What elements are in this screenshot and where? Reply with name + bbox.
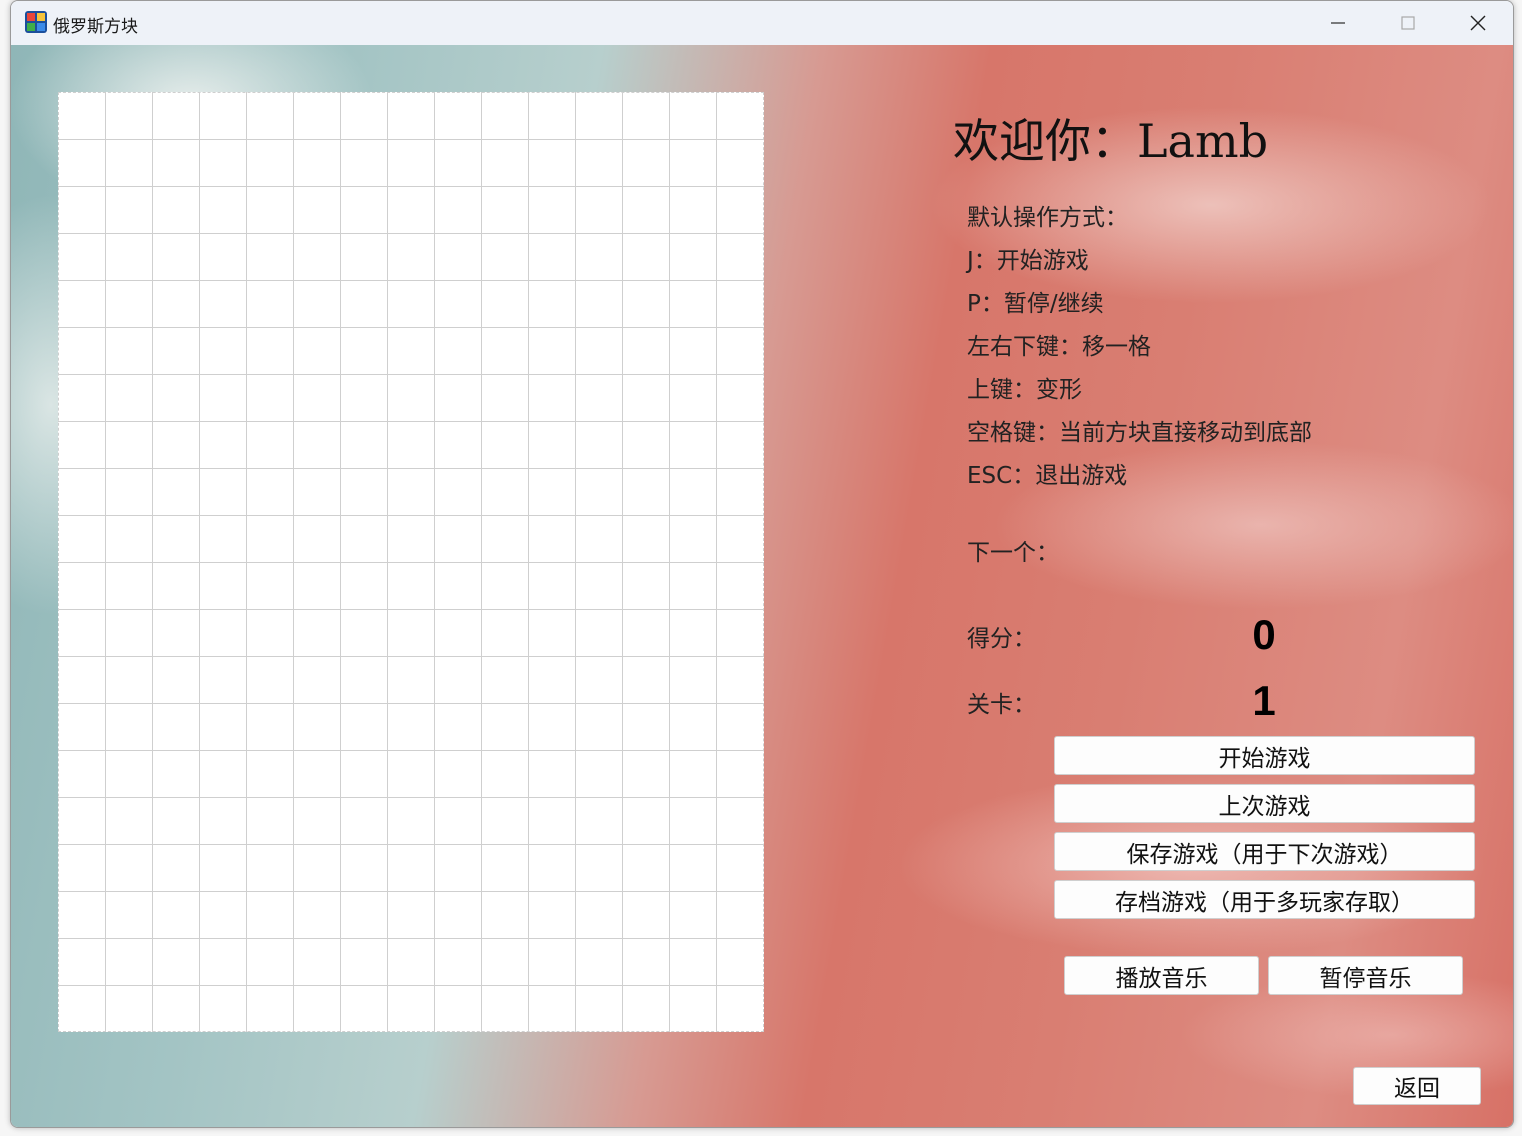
back-button[interactable]: 返回: [1353, 1067, 1481, 1105]
controls-heading: 默认操作方式：: [967, 205, 1128, 231]
welcome-heading: 欢迎你：Lamb: [953, 114, 1269, 168]
control-line: P：暂停/继续: [967, 291, 1104, 317]
game-panel: 欢迎你：Lamb 默认操作方式： J：开始游戏 P：暂停/继续 左右下键：移一格…: [11, 45, 1513, 1127]
control-line: ESC：退出游戏: [967, 463, 1128, 489]
tetris-app-icon: [25, 11, 47, 33]
next-piece-label: 下一个：: [967, 540, 1059, 566]
last-game-button[interactable]: 上次游戏: [1054, 784, 1475, 823]
control-line: 空格键：当前方块直接移动到底部: [967, 420, 1312, 446]
maximize-button[interactable]: [1373, 1, 1443, 45]
pause-music-button[interactable]: 暂停音乐: [1268, 956, 1463, 995]
start-game-button[interactable]: 开始游戏: [1054, 736, 1475, 775]
game-board[interactable]: [58, 92, 764, 1032]
play-music-button[interactable]: 播放音乐: [1064, 956, 1259, 995]
control-line: 左右下键：移一格: [967, 334, 1151, 360]
app-window: 俄罗斯方块 欢迎你：Lamb 默认操作方式： J：开始游戏 P：暂停/继续 左右…: [10, 0, 1514, 1128]
window-title: 俄罗斯方块: [53, 17, 138, 37]
controls-help: 默认操作方式： J：开始游戏 P：暂停/继续 左右下键：移一格 上键：变形 空格…: [967, 197, 1312, 498]
minimize-button[interactable]: [1303, 1, 1373, 45]
close-icon: [1470, 15, 1486, 31]
archive-game-button[interactable]: 存档游戏（用于多玩家存取）: [1054, 880, 1475, 919]
level-label: 关卡：: [967, 692, 1036, 718]
control-line: J：开始游戏: [967, 248, 1089, 274]
maximize-icon: [1401, 16, 1415, 30]
score-value: 0: [1252, 611, 1276, 658]
level-value: 1: [1252, 677, 1276, 724]
minimize-icon: [1331, 22, 1345, 24]
control-line: 上键：变形: [967, 377, 1082, 403]
score-label: 得分：: [967, 626, 1036, 652]
close-button[interactable]: [1443, 1, 1513, 45]
title-bar[interactable]: 俄罗斯方块: [11, 1, 1513, 45]
save-game-button[interactable]: 保存游戏（用于下次游戏）: [1054, 832, 1475, 871]
